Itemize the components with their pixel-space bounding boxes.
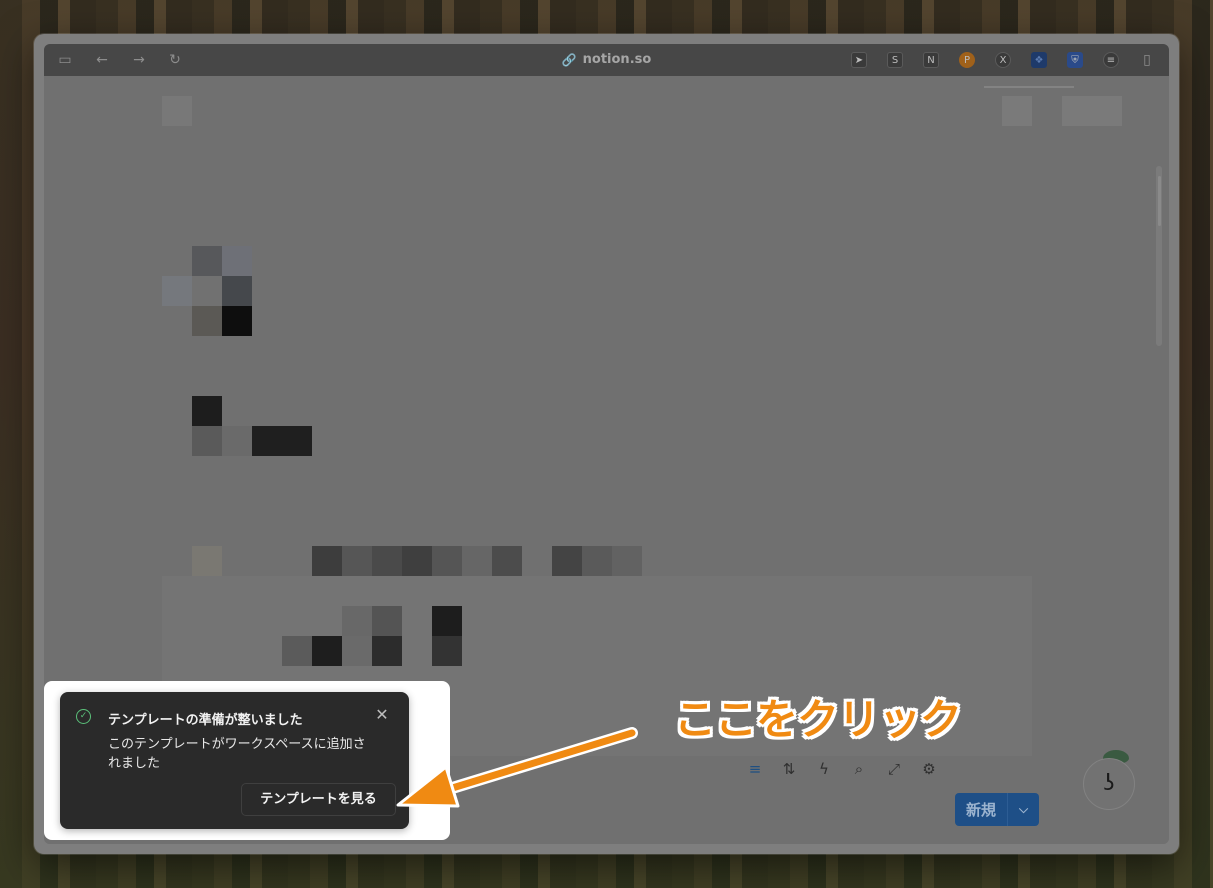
toast-notification: ✓ テンプレートの準備が整いました ✕ このテンプレートがワークスペースに追加さ…	[60, 692, 409, 829]
scrollbar-thumb[interactable]	[1158, 176, 1161, 226]
blur-block	[372, 546, 402, 576]
view-template-button[interactable]: テンプレートを見る	[241, 783, 396, 816]
url-text: notion.so	[582, 52, 652, 67]
blur-block	[192, 426, 222, 456]
back-arrow-icon[interactable]: ←	[93, 51, 111, 69]
annotation-label: ここをクリック	[674, 695, 962, 744]
blur-block	[432, 546, 462, 576]
blur-block	[222, 426, 252, 456]
dropbox-extension-icon[interactable]: ❖	[1031, 52, 1047, 68]
filter-icon[interactable]: ≡	[744, 752, 766, 786]
extension-x-icon[interactable]: X	[995, 52, 1011, 68]
reload-icon[interactable]: ↻	[166, 51, 184, 69]
reader-extension-icon[interactable]: ≡	[1103, 52, 1119, 68]
sort-icon[interactable]: ⇅	[778, 752, 800, 786]
link-icon: 🔗	[561, 53, 577, 67]
blur-block	[192, 276, 222, 306]
expand-icon[interactable]: ⤢	[883, 752, 905, 786]
blur-block	[372, 606, 402, 636]
help-button[interactable]: ʖ	[1083, 758, 1135, 810]
blur-block	[372, 636, 402, 666]
blur-block	[342, 636, 372, 666]
blur-block	[612, 546, 642, 576]
blur-block	[552, 546, 582, 576]
blur-block	[1002, 96, 1032, 126]
close-icon[interactable]: ✕	[374, 707, 390, 723]
blur-block	[492, 546, 522, 576]
chevron-down-icon[interactable]: ⌵	[1008, 802, 1039, 817]
bitwarden-extension-icon[interactable]: ⛨	[1067, 52, 1083, 68]
page-icon-blur	[162, 96, 192, 126]
blur-block	[582, 546, 612, 576]
blur-block	[402, 546, 432, 576]
settings-icon[interactable]: ⚙	[918, 752, 940, 786]
extension-p-icon[interactable]: P	[959, 52, 975, 68]
sidebar-right-icon[interactable]: ▯	[1138, 51, 1156, 69]
browser-toolbar: ▭ ← → ↻ 🔗 notion.so ➤ S N P X ❖ ⛨ ≡ ▯	[44, 44, 1169, 76]
divider	[984, 86, 1074, 88]
blur-block	[162, 276, 192, 306]
automation-icon[interactable]: ϟ	[813, 752, 835, 786]
blur-block	[192, 306, 222, 336]
blur-block	[342, 546, 372, 576]
blur-block	[222, 246, 252, 276]
blur-block	[252, 426, 312, 456]
notion-extension-icon[interactable]: N	[923, 52, 939, 68]
blur-block	[192, 246, 222, 276]
blur-block	[432, 636, 462, 666]
blur-block	[282, 636, 312, 666]
blur-block	[342, 606, 372, 636]
toast-title: テンプレートの準備が整いました	[108, 713, 303, 728]
blur-block	[462, 546, 492, 576]
blur-block	[222, 306, 252, 336]
help-character-icon: ʖ	[1103, 771, 1115, 796]
blur-block	[222, 276, 252, 306]
toast-body: このテンプレートがワークスペースに追加されました	[108, 737, 366, 771]
extension-s-icon[interactable]: S	[887, 52, 903, 68]
blur-block	[312, 546, 342, 576]
telegram-extension-icon[interactable]: ➤	[851, 52, 867, 68]
blur-block	[1062, 96, 1122, 126]
sidebar-toggle-icon[interactable]: ▭	[56, 51, 74, 69]
forward-arrow-icon[interactable]: →	[130, 51, 148, 69]
new-button-label: 新規	[965, 801, 996, 819]
search-icon[interactable]: ⌕	[848, 752, 870, 786]
blur-block	[312, 636, 342, 666]
new-button[interactable]: 新規 ⌵	[955, 793, 1039, 826]
blur-block	[192, 546, 222, 576]
check-circle-icon: ✓	[76, 709, 91, 724]
blur-block	[432, 606, 462, 636]
blur-block	[192, 396, 222, 426]
address-bar[interactable]: 🔗 notion.so	[562, 44, 652, 76]
